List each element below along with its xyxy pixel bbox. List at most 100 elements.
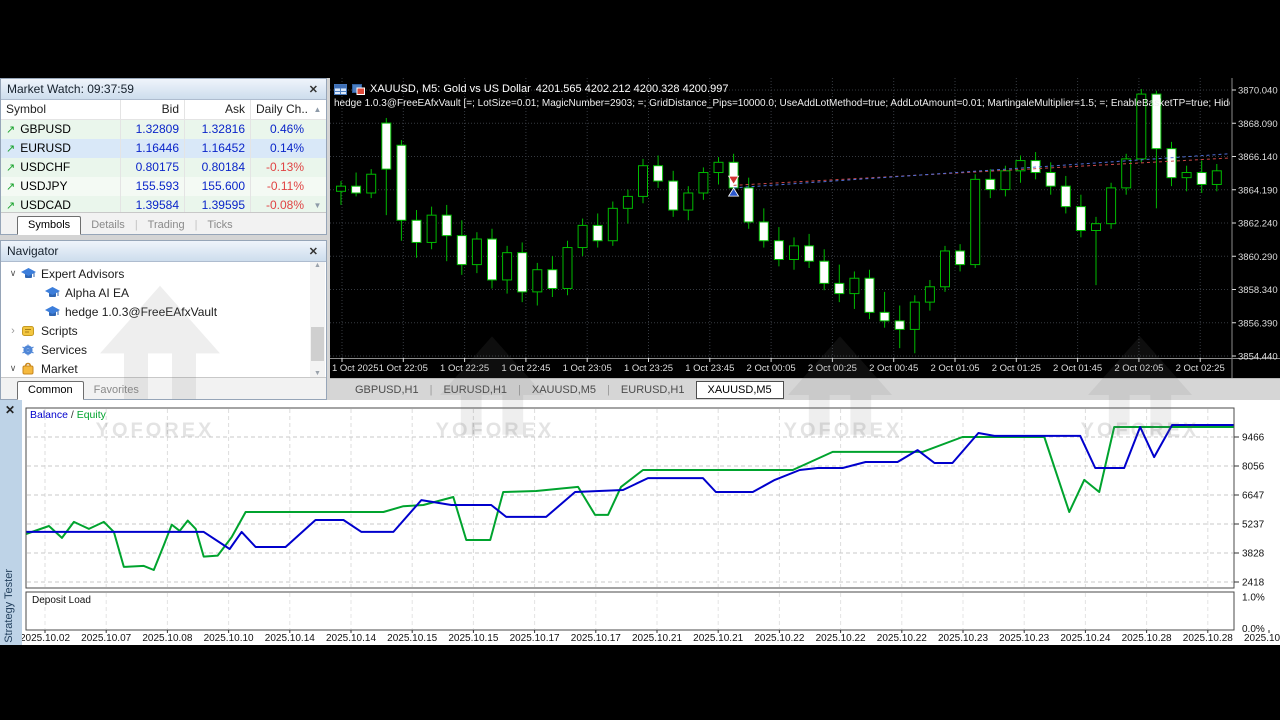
svg-text:8056: 8056: [1242, 462, 1265, 473]
symbol-cell: ↗USDJPY: [1, 177, 121, 196]
close-icon[interactable]: ✕: [307, 83, 320, 96]
svg-text:9466: 9466: [1242, 433, 1265, 444]
watermark-text: YOFOREX: [784, 420, 903, 443]
chevron-down-icon[interactable]: ∨: [7, 363, 19, 374]
navigator-header: Navigator ✕: [1, 241, 326, 262]
svg-text:2 Oct 01:05: 2 Oct 01:05: [930, 363, 979, 374]
trend-up-icon: ↗: [6, 162, 15, 174]
symbol-row-usdchf[interactable]: ↗ USDCHF 0.801750.80184-0.13%: [1, 158, 326, 177]
daily-change-cell: 0.46%: [251, 120, 309, 139]
watermark-text: YOFOREX: [436, 420, 555, 443]
svg-text:2025.10.22: 2025.10.22: [754, 633, 804, 644]
svg-text:2025.10.14: 2025.10.14: [265, 633, 315, 644]
candlestick-chart[interactable]: 3870.0403868.0903866.1403864.1903862.240…: [330, 78, 1280, 378]
svg-text:3866.140: 3866.140: [1238, 152, 1278, 163]
market-watch-panel: Market Watch: 09:37:59 ✕ SymbolBidAskDai…: [0, 78, 327, 235]
symbol-row-eurusd[interactable]: ↗EURUSD1.164461.164520.14%: [1, 139, 326, 158]
svg-text:2025.10.24: 2025.10.24: [1060, 633, 1110, 644]
svg-text:1 Oct 22:05: 1 Oct 22:05: [379, 363, 428, 374]
svg-text:2025.10.15: 2025.10.15: [448, 633, 498, 644]
svg-text:2025.10.21: 2025.10.21: [693, 633, 743, 644]
trend-up-icon: ↗: [6, 143, 15, 155]
chevron-down-icon[interactable]: ∨: [7, 268, 19, 279]
symbol-cell: ↗GBPUSD: [1, 120, 121, 139]
tab-trading[interactable]: Trading: [138, 217, 195, 234]
daily-change-cell: -0.13%: [251, 158, 309, 177]
svg-text:1.0%: 1.0%: [1242, 593, 1265, 604]
chart-title: XAUUSD, M5: Gold vs US Dollar: [370, 83, 531, 95]
scrollbar-track: [309, 120, 326, 139]
close-icon[interactable]: ✕: [5, 403, 15, 417]
market-watch-rows: ↗GBPUSD1.328091.328160.46%↗EURUSD1.16446…: [1, 120, 326, 215]
navigator-title: Navigator: [7, 244, 307, 258]
scroll-up-icon[interactable]: ▲: [314, 262, 321, 269]
legend-separator: /: [68, 409, 77, 421]
svg-text:3854.440: 3854.440: [1238, 352, 1278, 363]
scrollbar-track: [309, 177, 326, 196]
navigator-item-expert-advisors[interactable]: ∨ Expert Advisors: [1, 264, 326, 283]
navigator-item-label: Market: [41, 362, 78, 376]
daily-change-cell: -0.11%: [251, 177, 309, 196]
svg-text:2025.10.31: 2025.10.31: [1244, 633, 1280, 644]
tester-side-strip: ✕ Strategy Tester: [0, 400, 22, 645]
svg-text:2025.10.15: 2025.10.15: [387, 633, 437, 644]
svg-text:5237: 5237: [1242, 520, 1265, 531]
bid-cell: 1.32809: [121, 120, 185, 139]
chart-tab-xauusd-m5[interactable]: XAUUSD,M5: [696, 381, 784, 399]
watermark-logo: [100, 286, 220, 405]
svg-text:1 Oct 23:05: 1 Oct 23:05: [563, 363, 612, 374]
navigator-scrollbar[interactable]: ▲ ▼: [310, 262, 325, 377]
svg-text:2025.10.14: 2025.10.14: [326, 633, 376, 644]
svg-text:2418: 2418: [1242, 578, 1265, 589]
navigator-item-label: Scripts: [41, 324, 78, 338]
symbol-label: USDJPY: [20, 179, 67, 193]
chart-title-line: XAUUSD, M5: Gold vs US Dollar 4201.565 4…: [334, 82, 1234, 96]
column-header-symbol[interactable]: Symbol: [1, 100, 121, 119]
column-header-bid[interactable]: Bid: [121, 100, 185, 119]
svg-text:2025.10.28: 2025.10.28: [1122, 633, 1172, 644]
svg-text:2025.10.17: 2025.10.17: [571, 633, 621, 644]
close-icon[interactable]: ✕: [307, 245, 320, 258]
tester-legend: Balance / Equity: [30, 409, 106, 421]
scrollbar-track: [309, 158, 326, 177]
svg-text:1 Oct 2025: 1 Oct 2025: [332, 363, 378, 374]
ea-icon: [43, 306, 61, 318]
market-watch-title: Market Watch: 09:37:59: [7, 82, 307, 96]
svg-text:3856.390: 3856.390: [1238, 318, 1278, 329]
svg-text:2 Oct 01:25: 2 Oct 01:25: [992, 363, 1041, 374]
symbol-row-gbpusd[interactable]: ↗GBPUSD1.328091.328160.46%: [1, 120, 326, 139]
scroll-up-icon[interactable]: ▲: [309, 100, 326, 119]
svg-text:2025.10.21: 2025.10.21: [632, 633, 682, 644]
svg-text:Deposit Load: Deposit Load: [32, 595, 91, 606]
symbol-label: USDCHF: [20, 160, 70, 174]
tab-details[interactable]: Details: [81, 217, 135, 234]
column-header-ask[interactable]: Ask: [185, 100, 251, 119]
ask-cell: 0.80184: [185, 158, 251, 177]
svg-text:3858.340: 3858.340: [1238, 285, 1278, 296]
ea-icon: [43, 287, 61, 299]
legend-balance-label: Balance: [30, 409, 68, 421]
bid-cell: 0.80175: [121, 158, 185, 177]
tab-common[interactable]: Common: [17, 381, 84, 400]
navigator-item-label: Expert Advisors: [41, 267, 124, 281]
svg-text:3868.090: 3868.090: [1238, 119, 1278, 130]
chart-window-icon: [352, 84, 365, 95]
tab-ticks[interactable]: Ticks: [197, 217, 242, 234]
svg-text:2025.10.07: 2025.10.07: [81, 633, 131, 644]
tab-symbols[interactable]: Symbols: [17, 216, 81, 235]
chart-ohlc: 4201.565 4202.212 4200.328 4200.997: [536, 83, 729, 95]
daily-change-cell: 0.14%: [251, 139, 309, 158]
symbol-row-usdjpy[interactable]: ↗USDJPY155.593155.600-0.11%: [1, 177, 326, 196]
column-header-dailych[interactable]: Daily Ch...: [251, 100, 309, 119]
chart-tab-eurusd-h1[interactable]: EURUSD,H1: [610, 382, 696, 398]
svg-text:2025.10.08: 2025.10.08: [142, 633, 192, 644]
chart-tab-gbpusd-h1[interactable]: GBPUSD,H1: [344, 382, 430, 398]
symbol-label: USDCAD: [20, 198, 71, 212]
scroll-down-icon[interactable]: ▼: [314, 370, 321, 377]
chevron-right-icon[interactable]: ›: [7, 325, 19, 337]
svg-text:1 Oct 23:45: 1 Oct 23:45: [685, 363, 734, 374]
scrollbar-thumb[interactable]: [311, 327, 324, 361]
svg-text:2025.10.28: 2025.10.28: [1183, 633, 1233, 644]
watermark-text: YOFOREX: [1081, 420, 1200, 443]
chart-window[interactable]: 3870.0403868.0903866.1403864.1903862.240…: [330, 78, 1280, 378]
